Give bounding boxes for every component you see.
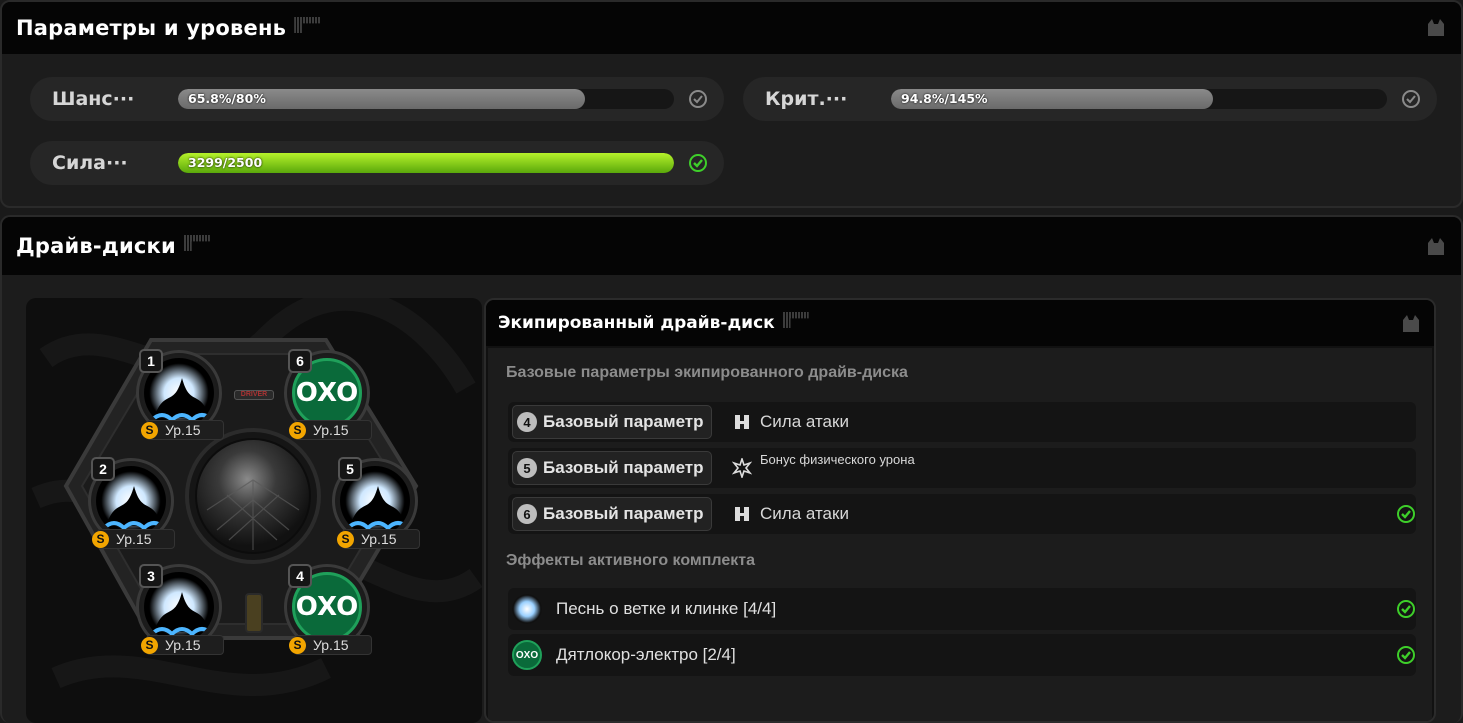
stat-label: Шанс···: [52, 88, 135, 110]
level-badge: S Ур.15: [141, 420, 224, 440]
level-badge: S Ур.15: [289, 635, 372, 655]
stat-attack: Сила··· 3299/2500: [30, 141, 724, 185]
coin-icon: S: [92, 530, 109, 548]
slot-number: 1: [139, 349, 163, 373]
stat-label: Крит.···: [765, 88, 848, 110]
check-icon: [689, 90, 707, 108]
driver-label: DRIVER: [240, 391, 268, 398]
base-param-row-4: 4 Базовый параметр Сила атаки: [508, 402, 1416, 442]
progress-bar: 94.8%/145%: [891, 89, 1387, 109]
slot-number: 4: [517, 412, 537, 432]
stat-name: Бонус физического урона: [760, 452, 915, 467]
check-icon: [1402, 90, 1420, 108]
coin-icon: S: [141, 636, 158, 654]
attack-icon: [735, 415, 749, 429]
progress-text: 94.8%/145%: [901, 91, 988, 106]
oxo-set-icon: OXO: [512, 640, 542, 670]
base-param-chip[interactable]: 4 Базовый параметр: [512, 405, 712, 439]
chip-label: Базовый параметр: [543, 412, 704, 431]
coin-icon: S: [289, 421, 306, 439]
set-effect-row: Песнь о ветке и клинке [4/4]: [508, 588, 1416, 630]
level-text: Ур.15: [313, 637, 349, 653]
base-params-title: Базовые параметры экипированного драйв-д…: [506, 364, 908, 381]
level-badge: S Ур.15: [289, 420, 372, 440]
base-param-row-5: 5 Базовый параметр Бонус физического урон…: [508, 448, 1416, 488]
attack-icon: [735, 507, 749, 521]
params-panel: Параметры и уровень Шанс··· 65.8%/80% Кр…: [0, 0, 1463, 208]
progress-text: 65.8%/80%: [188, 91, 266, 106]
equipped-header: Экипированный драйв-диск: [486, 300, 1434, 346]
title-decoration: [294, 17, 321, 33]
set-name: Дятлокор-электро [2/4]: [556, 645, 736, 664]
slot-number: 5: [338, 457, 362, 481]
physical-icon: [732, 458, 752, 478]
level-badge: S Ур.15: [141, 635, 224, 655]
equipped-title: Экипированный драйв-диск: [498, 313, 775, 333]
stat-label: Сила···: [52, 152, 128, 174]
title-decoration: [782, 312, 809, 328]
params-header: Параметры и уровень: [2, 2, 1461, 54]
storm-set-icon: [512, 594, 542, 624]
stat-name: Сила атаки: [760, 412, 849, 431]
level-text: Ур.15: [165, 637, 201, 653]
oxo-logo: OXO: [515, 649, 539, 661]
slot-number: 5: [517, 458, 537, 478]
title-decoration: [183, 235, 210, 251]
slot-latch: [245, 593, 263, 633]
disc-board: DRIVER 1 S Ур.15 OXO 6 S Ур.15 2 S Ур.15 5 …: [26, 298, 482, 723]
level-text: Ур.15: [361, 531, 397, 547]
check-icon: [689, 154, 707, 172]
mascot-icon: [1428, 19, 1444, 36]
check-icon: [1397, 646, 1415, 664]
progress-bar: 3299/2500: [178, 153, 674, 173]
oxo-logo: OXO: [295, 378, 359, 408]
equipped-panel: Экипированный драйв-диск Базовые парамет…: [484, 298, 1436, 723]
base-param-chip[interactable]: 5 Базовый параметр: [512, 451, 712, 485]
mascot-icon: [1403, 315, 1419, 332]
stat-name: Сила атаки: [760, 504, 849, 523]
slot-number: 6: [288, 349, 312, 373]
level-badge: S Ур.15: [92, 529, 175, 549]
coin-icon: S: [289, 636, 306, 654]
chip-label: Базовый параметр: [543, 504, 704, 523]
base-param-chip[interactable]: 6 Базовый параметр: [512, 497, 712, 531]
level-text: Ур.15: [165, 422, 201, 438]
check-icon: [1397, 600, 1415, 618]
slot-number: 2: [91, 457, 115, 481]
chip-label: Базовый параметр: [543, 458, 704, 477]
coin-icon: S: [337, 530, 354, 548]
check-icon: [1397, 505, 1415, 523]
progress-text: 3299/2500: [188, 155, 263, 170]
set-effect-row: OXO Дятлокор-электро [2/4]: [508, 634, 1416, 676]
coin-icon: S: [141, 421, 158, 439]
drive-header: Драйв-диски: [2, 217, 1461, 275]
set-effects-title: Эффекты активного комплекта: [506, 552, 755, 569]
core-sphere: [197, 440, 309, 552]
set-name: Песнь о ветке и клинке [4/4]: [556, 599, 777, 618]
drive-title: Драйв-диски: [16, 234, 176, 258]
level-badge: S Ур.15: [337, 529, 420, 549]
stat-crit-dmg: Крит.··· 94.8%/145%: [743, 77, 1437, 121]
mascot-icon: [1428, 238, 1444, 255]
slot-number: 3: [139, 564, 163, 588]
slot-number: 4: [288, 564, 312, 588]
params-title: Параметры и уровень: [16, 16, 287, 40]
level-text: Ур.15: [116, 531, 152, 547]
progress-bar: 65.8%/80%: [178, 89, 674, 109]
base-param-row-6: 6 Базовый параметр Сила атаки: [508, 494, 1416, 534]
oxo-logo: OXO: [295, 592, 359, 622]
equipped-body: Базовые параметры экипированного драйв-д…: [488, 348, 1432, 721]
stat-crit-rate: Шанс··· 65.8%/80%: [30, 77, 724, 121]
slot-number: 6: [517, 504, 537, 524]
level-text: Ур.15: [313, 422, 349, 438]
